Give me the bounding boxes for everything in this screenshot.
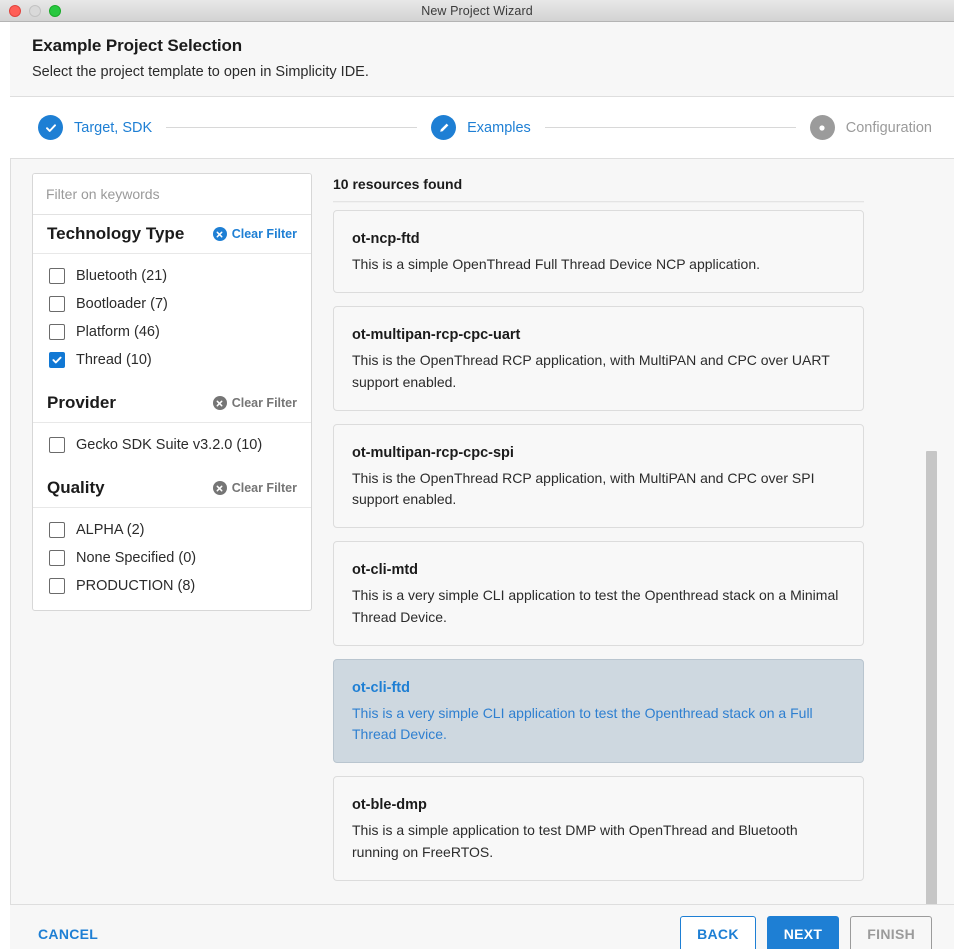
checkbox-unchecked-icon[interactable]	[49, 578, 65, 594]
result-card-title: ot-ncp-ftd	[352, 231, 845, 247]
filter-item-gecko-sdk-suite[interactable]: Gecko SDK Suite v3.2.0 (10)	[33, 431, 311, 459]
clear-filter-label: Clear Filter	[232, 227, 297, 241]
clear-filter-quality[interactable]: Clear Filter	[213, 481, 297, 495]
wizard-header: Example Project Selection Select the pro…	[10, 22, 954, 97]
result-card-title: ot-multipan-rcp-cpc-spi	[352, 445, 845, 461]
step-label-examples: Examples	[467, 120, 531, 136]
stepper-connector-1	[166, 127, 417, 128]
result-card-description: This is the OpenThread RCP application, …	[352, 350, 845, 393]
wizard-footer: CANCEL BACK NEXT FINISH	[10, 905, 954, 949]
results-card-list[interactable]: ot-ncp-ftd This is a simple OpenThread F…	[333, 203, 864, 904]
left-divider	[10, 159, 11, 904]
page-title: Example Project Selection	[32, 36, 932, 56]
result-card-title: ot-multipan-rcp-cpc-uart	[352, 327, 845, 343]
filter-item-production[interactable]: PRODUCTION (8)	[33, 572, 311, 600]
result-card-ot-cli-mtd[interactable]: ot-cli-mtd This is a very simple CLI app…	[333, 541, 864, 646]
result-card-title: ot-ble-dmp	[352, 797, 845, 813]
checkbox-unchecked-icon[interactable]	[49, 324, 65, 340]
result-card-description: This is a very simple CLI application to…	[352, 585, 845, 628]
filter-group-items-provider: Gecko SDK Suite v3.2.0 (10)	[33, 423, 311, 469]
checkbox-unchecked-icon[interactable]	[49, 268, 65, 284]
checkbox-checked-icon[interactable]	[49, 352, 65, 368]
step-target-sdk[interactable]: Target, SDK	[38, 115, 152, 140]
stepper-connector-2	[545, 127, 796, 128]
result-card-description: This is a simple OpenThread Full Thread …	[352, 254, 845, 275]
filter-group-header-provider: Provider Clear Filter	[33, 384, 311, 423]
results-scrollbar-track[interactable]	[926, 159, 937, 904]
minimize-window-button[interactable]	[29, 5, 41, 17]
checkbox-unchecked-icon[interactable]	[49, 550, 65, 566]
cancel-button[interactable]: CANCEL	[38, 926, 98, 942]
step-label-target-sdk: Target, SDK	[74, 120, 152, 136]
result-card-description: This is the OpenThread RCP application, …	[352, 468, 845, 511]
filter-keywords-input[interactable]	[33, 174, 311, 215]
filter-item-alpha[interactable]: ALPHA (2)	[33, 516, 311, 544]
wizard-body: Technology Type Clear Filter Bluetooth (…	[10, 159, 954, 905]
wizard-nav-buttons: BACK NEXT FINISH	[680, 916, 932, 949]
checkbox-unchecked-icon[interactable]	[49, 296, 65, 312]
page-subtitle: Select the project template to open in S…	[32, 64, 932, 80]
clear-filter-label: Clear Filter	[232, 481, 297, 495]
filter-group-items-quality: ALPHA (2) None Specified (0) PRODUCTION …	[33, 508, 311, 610]
filter-item-label: Bootloader (7)	[76, 296, 168, 312]
result-card-title: ot-cli-mtd	[352, 562, 845, 578]
pencil-icon	[431, 115, 456, 140]
result-card-description: This is a simple application to test DMP…	[352, 820, 845, 863]
filter-item-none-specified[interactable]: None Specified (0)	[33, 544, 311, 572]
results-count-label: 10 resources found	[333, 159, 954, 201]
maximize-window-button[interactable]	[49, 5, 61, 17]
filter-item-label: ALPHA (2)	[76, 522, 145, 538]
result-card-title: ot-cli-ftd	[352, 680, 845, 696]
filter-item-label: Bluetooth (21)	[76, 268, 167, 284]
filter-item-thread[interactable]: Thread (10)	[33, 346, 311, 374]
filter-item-bluetooth[interactable]: Bluetooth (21)	[33, 262, 311, 290]
filter-search-wrap	[33, 174, 311, 215]
filter-group-title: Technology Type	[47, 224, 184, 244]
filter-panel: Technology Type Clear Filter Bluetooth (…	[32, 173, 312, 611]
filter-group-header-technology-type: Technology Type Clear Filter	[33, 215, 311, 254]
clear-filter-x-icon	[213, 481, 227, 495]
result-card-ot-multipan-rcp-cpc-uart[interactable]: ot-multipan-rcp-cpc-uart This is the Ope…	[333, 306, 864, 411]
filter-group-items-technology-type: Bluetooth (21) Bootloader (7) Platform (…	[33, 254, 311, 384]
clear-filter-x-icon	[213, 396, 227, 410]
result-card-ot-ble-dmp[interactable]: ot-ble-dmp This is a simple application …	[333, 776, 864, 881]
dot-icon	[810, 115, 835, 140]
result-card-ot-cli-ftd[interactable]: ot-cli-ftd This is a very simple CLI app…	[333, 659, 864, 764]
clear-filter-x-icon	[213, 227, 227, 241]
result-card-ot-multipan-rcp-cpc-spi[interactable]: ot-multipan-rcp-cpc-spi This is the Open…	[333, 424, 864, 529]
filter-group-title: Quality	[47, 478, 105, 498]
filter-group-title: Provider	[47, 393, 116, 413]
step-label-configuration: Configuration	[846, 120, 932, 136]
results-panel: 10 resources found ot-ncp-ftd This is a …	[312, 159, 954, 904]
clear-filter-label: Clear Filter	[232, 396, 297, 410]
window-traffic-lights	[9, 0, 61, 21]
result-card-ot-ncp-ftd[interactable]: ot-ncp-ftd This is a simple OpenThread F…	[333, 210, 864, 293]
wizard-stepper: Target, SDK Examples Configuration	[10, 97, 954, 159]
next-button[interactable]: NEXT	[767, 916, 840, 949]
filter-item-platform[interactable]: Platform (46)	[33, 318, 311, 346]
filter-group-header-quality: Quality Clear Filter	[33, 469, 311, 508]
filter-item-label: Gecko SDK Suite v3.2.0 (10)	[76, 437, 262, 453]
checkbox-unchecked-icon[interactable]	[49, 437, 65, 453]
filter-item-bootloader[interactable]: Bootloader (7)	[33, 290, 311, 318]
filter-item-label: None Specified (0)	[76, 550, 196, 566]
finish-button[interactable]: FINISH	[850, 916, 932, 949]
filter-item-label: Platform (46)	[76, 324, 160, 340]
clear-filter-provider[interactable]: Clear Filter	[213, 396, 297, 410]
check-icon	[38, 115, 63, 140]
results-scrollbar-thumb[interactable]	[926, 451, 937, 905]
filter-item-label: Thread (10)	[76, 352, 152, 368]
filter-item-label: PRODUCTION (8)	[76, 578, 195, 594]
window-titlebar: New Project Wizard	[0, 0, 954, 22]
step-configuration[interactable]: Configuration	[810, 115, 932, 140]
result-card-description: This is a very simple CLI application to…	[352, 703, 845, 746]
step-examples[interactable]: Examples	[431, 115, 531, 140]
back-button[interactable]: BACK	[680, 916, 756, 949]
window-title: New Project Wizard	[0, 4, 954, 18]
close-window-button[interactable]	[9, 5, 21, 17]
checkbox-unchecked-icon[interactable]	[49, 522, 65, 538]
clear-filter-technology-type[interactable]: Clear Filter	[213, 227, 297, 241]
new-project-wizard-window: New Project Wizard Example Project Selec…	[0, 0, 954, 949]
